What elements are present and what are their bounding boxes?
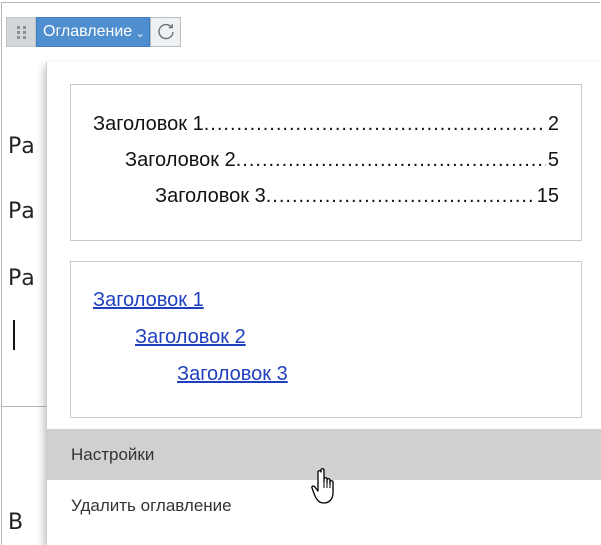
- refresh-button[interactable]: [150, 17, 182, 47]
- toc-entry-page: 5: [547, 149, 559, 171]
- toc-entry-page: 2: [547, 113, 559, 135]
- dot-leader: [236, 149, 546, 172]
- drag-handle-icon[interactable]: [6, 17, 36, 47]
- dot-leader: [266, 185, 535, 208]
- toc-style-links-option[interactable]: Заголовок 1 Заголовок 2 Заголовок 3: [70, 261, 582, 418]
- hand-pointer-cursor-icon: [311, 468, 334, 504]
- dot-leader: [204, 113, 546, 136]
- toc-link-level-1: Заголовок 1: [93, 289, 204, 311]
- document-text-line: В: [8, 510, 24, 535]
- delete-toc-label: Удалить оглавление: [71, 495, 232, 515]
- toc-entry-label: Заголовок 1: [93, 113, 204, 135]
- settings-label: Настройки: [71, 444, 155, 464]
- toc-control-toolbar: Оглавление ⌄: [6, 17, 182, 47]
- document-text-line: Ра: [8, 134, 35, 159]
- text-caret: [13, 320, 15, 350]
- toc-style-dotted-option[interactable]: Заголовок 1 2 Заголовок 2 5 Заголовок 3 …: [70, 84, 582, 241]
- toc-entry-level-1: Заголовок 1 2: [93, 113, 559, 136]
- toc-link-level-2: Заголовок 2: [135, 326, 246, 348]
- toc-entry-label: Заголовок 2: [125, 149, 236, 171]
- toc-entry-level-3: Заголовок 3 15: [155, 185, 559, 208]
- toc-entry-page: 15: [536, 185, 559, 207]
- toc-entry-label: Заголовок 3: [155, 185, 266, 207]
- document-text-line: Ра: [8, 199, 35, 224]
- refresh-icon: [158, 23, 174, 40]
- chevron-down-icon: ⌄: [135, 26, 146, 40]
- toc-entry-level-2: Заголовок 2 5: [125, 149, 559, 172]
- document-text-line: Ра: [8, 266, 35, 291]
- toc-dropdown-button[interactable]: Оглавление ⌄: [36, 17, 151, 47]
- toc-link-level-3: Заголовок 3: [177, 363, 288, 385]
- toc-button-label: Оглавление: [43, 23, 133, 40]
